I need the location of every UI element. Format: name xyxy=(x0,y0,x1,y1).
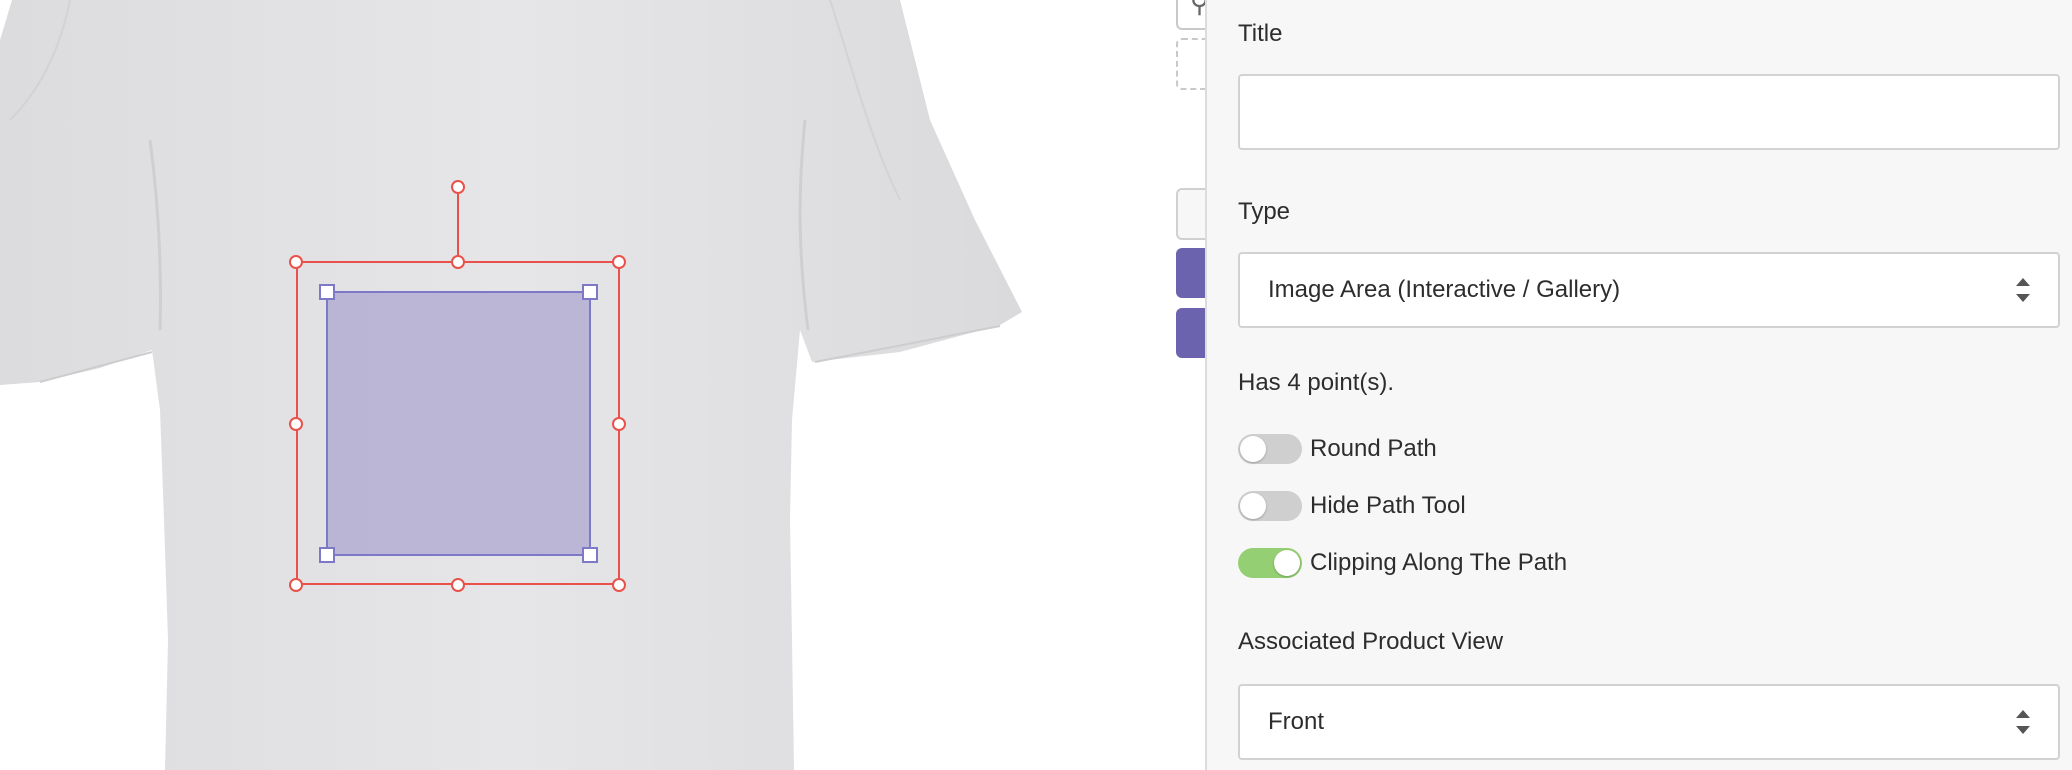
associated-view-label: Associated Product View xyxy=(1238,628,1504,655)
points-count-text: Has 4 point(s). xyxy=(1238,369,1395,396)
round-path-label: Round Path xyxy=(1310,435,1437,462)
round-path-row: Round Path xyxy=(1238,432,1437,466)
clipping-along-path-label: Clipping Along The Path xyxy=(1310,549,1568,576)
properties-panel: Title Type Image Area (Interactive / Gal… xyxy=(1205,0,2072,770)
point-handle-bottom-right[interactable] xyxy=(582,547,598,563)
type-select[interactable]: Image Area (Interactive / Gallery) xyxy=(1238,252,2060,328)
hide-path-tool-row: Hide Path Tool xyxy=(1238,489,1466,523)
type-label: Type xyxy=(1238,198,1291,225)
resize-handle-top[interactable] xyxy=(451,255,465,269)
image-area-shape[interactable] xyxy=(326,291,591,556)
design-canvas[interactable] xyxy=(0,0,1205,770)
point-handle-top-left[interactable] xyxy=(319,284,335,300)
rotation-line xyxy=(457,187,459,262)
clipping-along-path-toggle[interactable] xyxy=(1238,548,1302,578)
hide-path-tool-label: Hide Path Tool xyxy=(1310,492,1466,519)
clipping-row: Clipping Along The Path xyxy=(1238,546,1567,580)
title-label: Title xyxy=(1238,20,1283,47)
resize-handle-top-right[interactable] xyxy=(612,255,626,269)
point-handle-top-right[interactable] xyxy=(582,284,598,300)
rotate-handle[interactable] xyxy=(451,180,465,194)
associated-view-select[interactable]: Front xyxy=(1238,684,2060,760)
resize-handle-bottom[interactable] xyxy=(451,578,465,592)
toggle-knob xyxy=(1240,493,1266,519)
hide-path-tool-toggle[interactable] xyxy=(1238,491,1302,521)
chevron-updown-icon xyxy=(2016,709,2030,735)
point-handle-bottom-left[interactable] xyxy=(319,547,335,563)
title-field[interactable] xyxy=(1238,74,2060,150)
associated-view-value: Front xyxy=(1268,708,1325,735)
resize-handle-left[interactable] xyxy=(289,417,303,431)
toggle-knob xyxy=(1274,550,1300,576)
resize-handle-top-left[interactable] xyxy=(289,255,303,269)
chevron-updown-icon xyxy=(2016,277,2030,303)
resize-handle-bottom-left[interactable] xyxy=(289,578,303,592)
title-input[interactable] xyxy=(1240,76,2058,148)
round-path-toggle[interactable] xyxy=(1238,434,1302,464)
resize-handle-right[interactable] xyxy=(612,417,626,431)
type-select-value: Image Area (Interactive / Gallery) xyxy=(1268,276,1621,303)
toggle-knob xyxy=(1240,436,1266,462)
resize-handle-bottom-right[interactable] xyxy=(612,578,626,592)
